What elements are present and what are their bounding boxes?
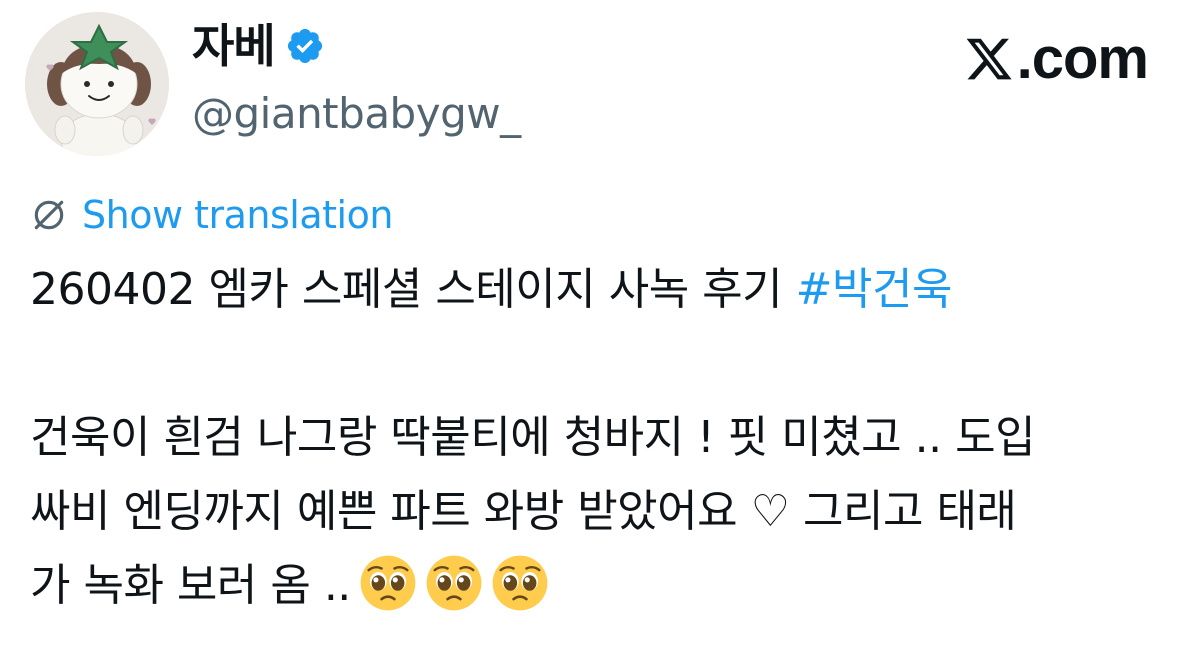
author-handle[interactable]: @giantbabygw_ (192, 86, 521, 142)
pleading-face-emoji (359, 554, 417, 612)
tweet-text: 가 녹화 보러 옴 .. (30, 560, 351, 611)
author-name-row[interactable]: 자베 (192, 16, 325, 76)
pleading-face-emoji (491, 554, 549, 612)
avatar[interactable] (25, 12, 169, 156)
plush-doll-avatar (25, 12, 169, 156)
verified-badge-icon (285, 26, 325, 66)
tweet-line-4: 가 녹화 보러 옴 .. (30, 554, 549, 616)
show-translation-link[interactable]: Show translation (82, 190, 393, 240)
tweet-line-1: 260402 엠카 스페셜 스테이지 사녹 후기 #박건욱 (30, 260, 952, 320)
x-logo-icon (966, 38, 1012, 80)
hashtag-link[interactable]: #박건욱 (796, 264, 953, 315)
tweet-text: 260402 엠카 스페셜 스테이지 사녹 후기 (30, 264, 796, 315)
x-com-brand: .com (963, 26, 1149, 92)
show-translation-row[interactable]: Show translation (30, 190, 393, 240)
display-name[interactable]: 자베 (192, 16, 276, 76)
tweet-line-3: 싸비 엔딩까지 예쁜 파트 와방 받았어요 ♡ 그리고 태래 (30, 486, 1017, 537)
x-com-text: .com (1016, 26, 1149, 91)
tweet-line-2: 건욱이 흰검 나그랑 딱붙티에 청바지 ! 핏 미쳤고 .. 도입 (30, 412, 1036, 463)
pleading-face-emoji (425, 554, 483, 612)
globe-icon (34, 200, 64, 230)
